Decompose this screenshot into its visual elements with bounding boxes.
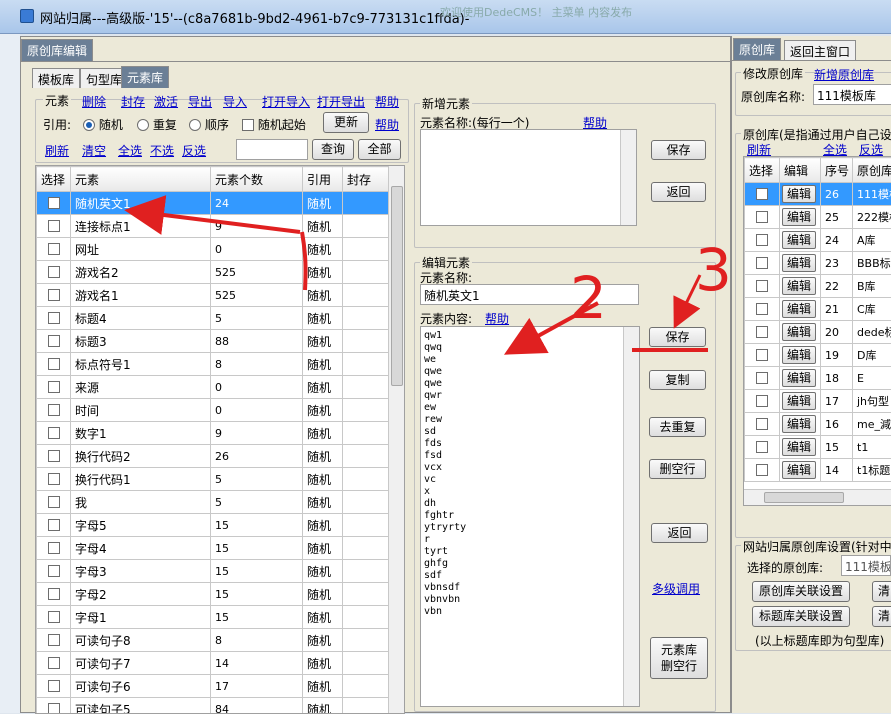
annotation-arrow-1 bbox=[140, 212, 300, 232]
annotation-number-2: 2 bbox=[570, 264, 607, 332]
annotation-number-3: 3 bbox=[695, 236, 732, 304]
annotation-mark-1 bbox=[302, 232, 306, 290]
annotation-overlay: 2 3 bbox=[0, 0, 891, 713]
